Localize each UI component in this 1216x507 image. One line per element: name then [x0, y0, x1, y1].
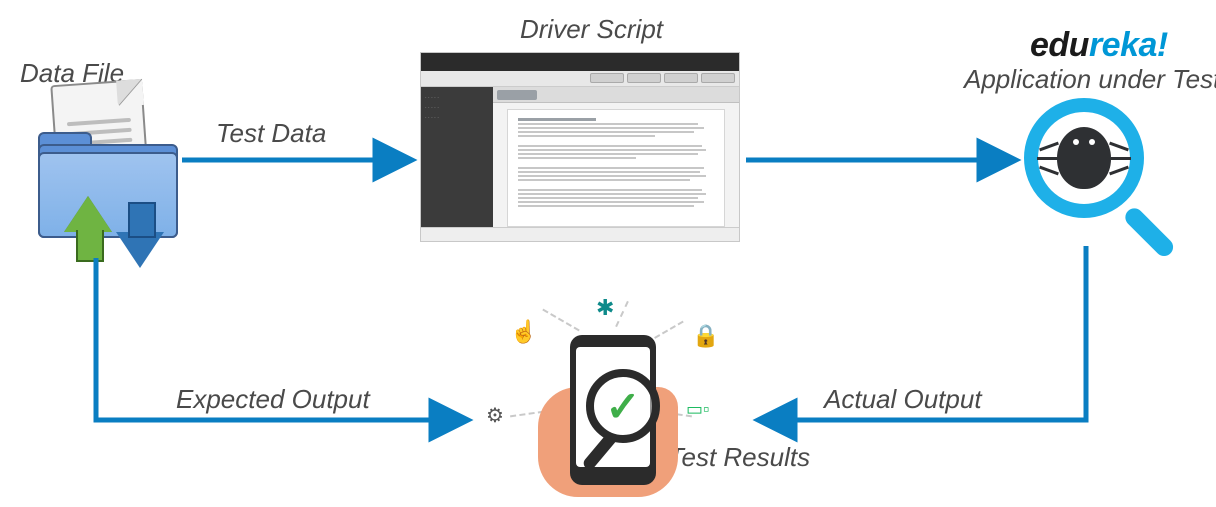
brand-part2: reka	[1089, 26, 1157, 64]
bug-icon	[1057, 127, 1111, 189]
label-test-data: Test Data	[216, 118, 326, 149]
data-file-icon	[20, 82, 190, 252]
mini-bug-icon: ✱	[596, 295, 614, 321]
brand-logo: edureka!	[1030, 26, 1168, 65]
sync-down-arrow-icon	[116, 232, 164, 268]
result-magnifier-glass-icon: ✓	[586, 369, 660, 443]
label-application-under-test: Application under Test	[964, 64, 1216, 95]
label-actual-output: Actual Output	[824, 384, 982, 415]
test-results-icon: ✱ ☝ 🔒 ⚙ ▭▫ ✓	[480, 295, 740, 495]
driver-script-screenshot: · · · · ·· · · · ·· · · · ·	[420, 52, 740, 242]
gear-icon: ⚙	[486, 403, 504, 428]
brand-bang: !	[1157, 26, 1168, 64]
pointer-cursor-icon: ☝	[510, 319, 537, 345]
application-under-test-icon	[1024, 98, 1174, 248]
sync-up-arrow-icon	[64, 196, 112, 232]
label-driver-script: Driver Script	[520, 14, 663, 45]
padlock-icon: 🔒	[692, 323, 719, 349]
magnifier-glass-icon	[1024, 98, 1144, 218]
brand-part1: edu	[1030, 26, 1089, 64]
label-expected-output: Expected Output	[176, 384, 370, 415]
checkmark-icon: ✓	[605, 382, 640, 431]
magnifier-handle-icon	[1122, 205, 1177, 260]
